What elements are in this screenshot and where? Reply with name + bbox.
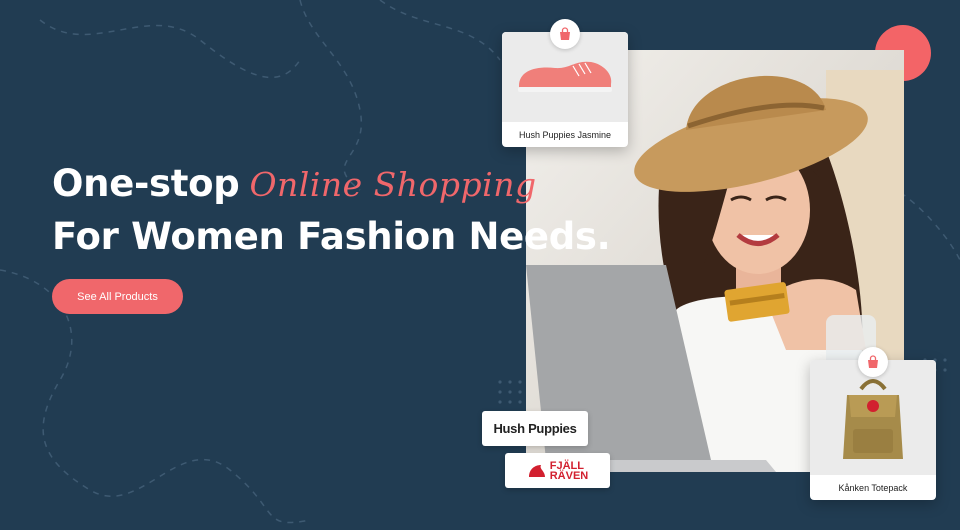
headline-script: Online Shopping bbox=[249, 165, 537, 204]
fjallraven-line-1: FJÄLL bbox=[549, 459, 584, 472]
shoe-illustration bbox=[518, 61, 612, 92]
product-card[interactable]: Hush Puppies Jasmine bbox=[502, 19, 628, 147]
product-image bbox=[810, 360, 936, 475]
fox-icon bbox=[528, 464, 545, 477]
hero-headline: One-stop Online Shopping For Women Fashio… bbox=[52, 158, 611, 263]
fjallraven-line-2: RÄVEN bbox=[549, 469, 589, 482]
headline-part-1: One-stop bbox=[52, 162, 240, 205]
fjallraven-wordmark: FJÄLL RÄVEN bbox=[549, 459, 589, 482]
bag-icon bbox=[550, 19, 580, 49]
bag-icon bbox=[858, 347, 888, 377]
headline-line-2: For Women Fashion Needs. bbox=[52, 215, 611, 258]
hush-puppies-logo[interactable]: Hush Puppies bbox=[482, 411, 588, 446]
product-card[interactable]: Kånken Totepack bbox=[810, 347, 936, 500]
product-name: Kånken Totepack bbox=[838, 482, 908, 493]
see-all-products-button[interactable]: See All Products bbox=[52, 279, 183, 314]
headline-line-1: One-stop Online Shopping bbox=[52, 158, 610, 211]
fjallraven-logo[interactable]: FJÄLL RÄVEN bbox=[505, 453, 610, 488]
product-name: Hush Puppies Jasmine bbox=[518, 129, 612, 140]
hush-puppies-wordmark: Hush Puppies bbox=[493, 421, 577, 436]
backpack-illustration bbox=[843, 378, 903, 459]
